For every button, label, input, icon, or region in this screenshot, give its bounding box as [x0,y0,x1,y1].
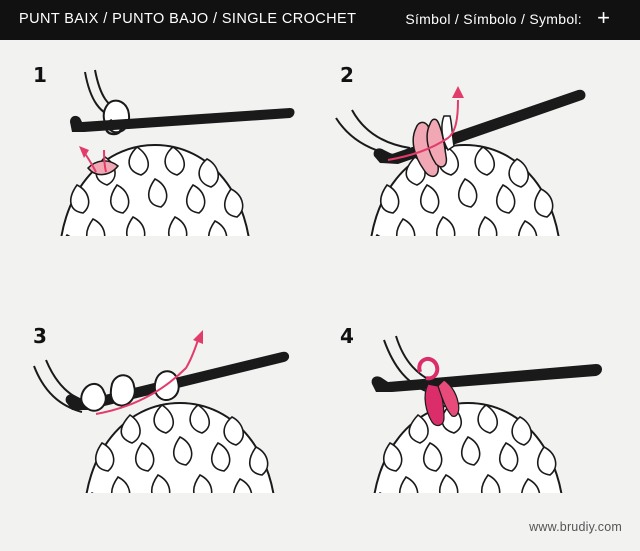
step-3-illustration [33,330,290,493]
footer-url: www.brudiy.com [529,520,622,534]
step-4-illustration [371,335,602,493]
step-2-illustration [335,86,586,236]
step-1-illustration [58,69,295,236]
crochet-illustrations [33,69,602,493]
